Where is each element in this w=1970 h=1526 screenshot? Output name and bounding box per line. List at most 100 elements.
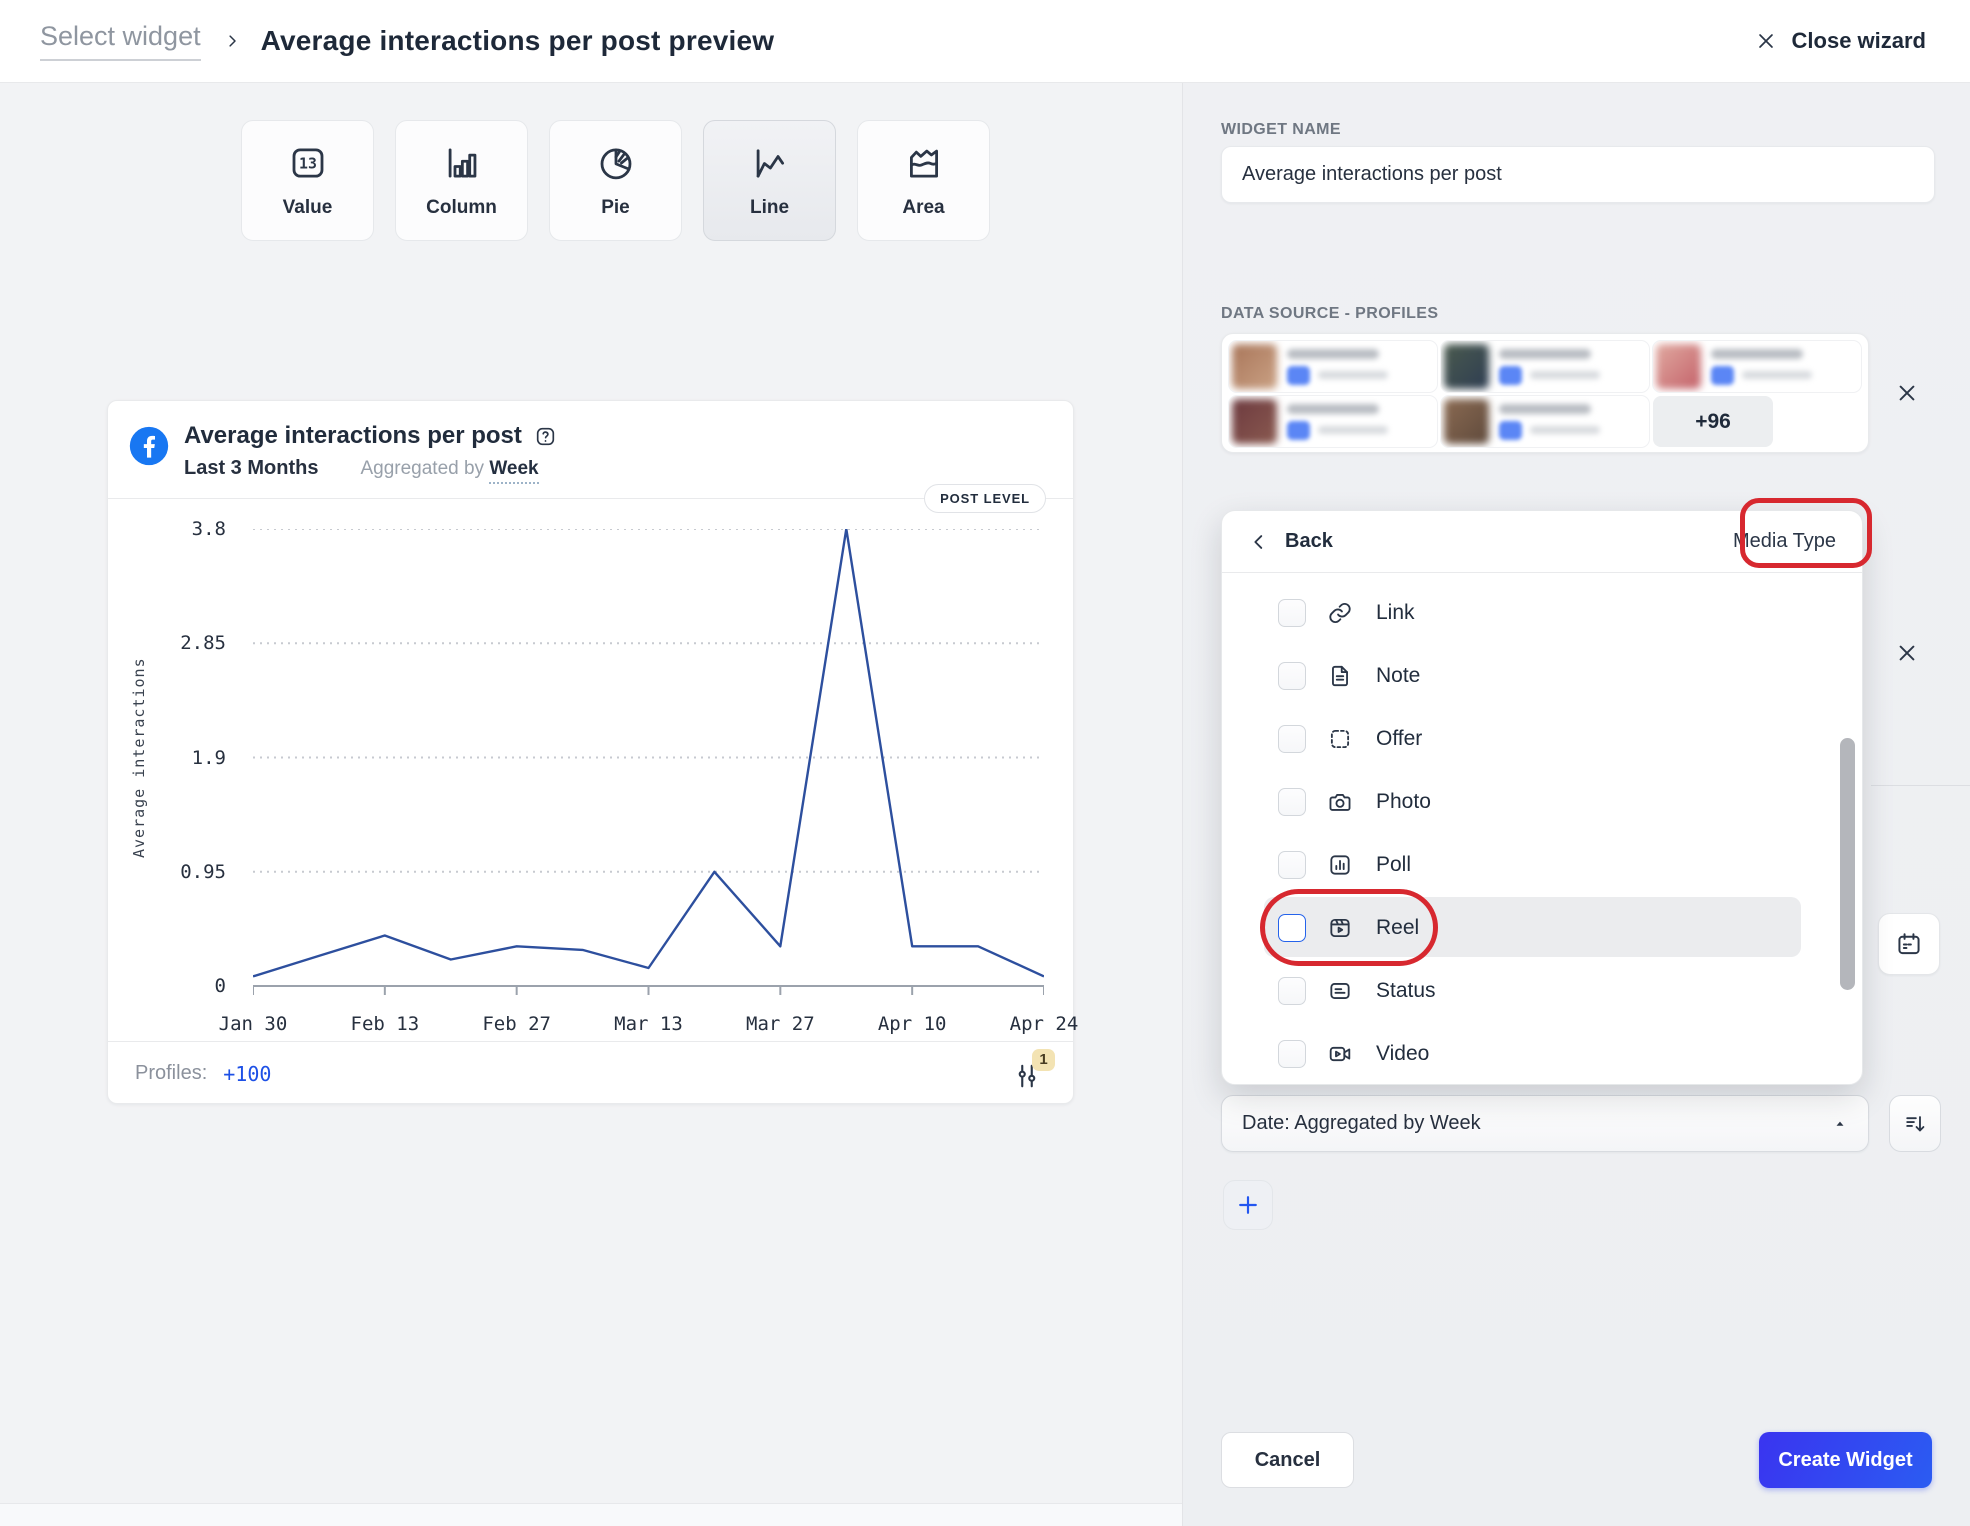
status-icon: [1327, 978, 1353, 1004]
page-title: Average interactions per post preview: [261, 25, 775, 57]
filter-count-badge: 1: [1032, 1049, 1055, 1071]
chart-filter-button[interactable]: 1: [1012, 1057, 1046, 1091]
profiles-count-link[interactable]: +100: [223, 1062, 271, 1086]
y-axis-tick: 3.8: [192, 518, 226, 540]
reel-icon: [1327, 915, 1353, 941]
media-type-option-video[interactable]: Video: [1222, 1022, 1862, 1085]
caret-up-icon: [1832, 1116, 1848, 1132]
avatar: [1444, 399, 1489, 444]
media-type-option-status[interactable]: Status: [1222, 959, 1862, 1022]
line-chart-plot: [253, 529, 1044, 999]
facebook-badge: [1287, 366, 1310, 385]
y-axis-ticks: 00.951.92.853.8: [108, 529, 226, 986]
bottom-strip: [0, 1503, 1182, 1526]
x-axis-tick: Apr 10: [878, 1013, 947, 1035]
chevron-right-icon: [223, 32, 241, 50]
create-widget-button[interactable]: Create Widget: [1759, 1432, 1932, 1488]
profile-chip[interactable]: [1441, 396, 1649, 447]
cancel-button[interactable]: Cancel: [1221, 1432, 1354, 1488]
back-button[interactable]: Back: [1248, 530, 1333, 553]
widget-name-label: WIDGET NAME: [1221, 121, 1341, 139]
widget-type-value-button[interactable]: Value: [241, 120, 374, 241]
line-chart-canvas: [253, 529, 1044, 999]
avatar: [1232, 344, 1277, 389]
facebook-badge: [1499, 421, 1522, 440]
y-axis-tick: 1.9: [192, 747, 226, 769]
photo-icon: [1327, 789, 1353, 815]
help-icon[interactable]: [533, 424, 558, 449]
poll-icon: [1327, 852, 1353, 878]
widget-type-line-button[interactable]: Line: [703, 120, 836, 241]
close-icon: [1753, 28, 1779, 54]
panel-divider: [1182, 83, 1183, 1526]
add-filter-button[interactable]: [1223, 1180, 1273, 1230]
widget-type-selector: Value Column Pie Line Area: [241, 120, 990, 241]
avatar: [1232, 399, 1277, 444]
x-axis-tick: Mar 27: [746, 1013, 815, 1035]
checkbox[interactable]: [1278, 914, 1306, 942]
x-axis-ticks: Jan 30Feb 13Feb 27Mar 13Mar 27Apr 10Apr …: [253, 1013, 1044, 1043]
facebook-badge: [1711, 366, 1734, 385]
widget-type-area-button[interactable]: Area: [857, 120, 990, 241]
checkbox[interactable]: [1278, 725, 1306, 753]
chart-title: Average interactions per post: [184, 422, 522, 450]
widget-name-input[interactable]: [1221, 146, 1935, 203]
chart-aggregation: Aggregated by Week: [360, 458, 538, 480]
widget-settings-panel: WIDGET NAME DATA SOURCE - PROFILES: [1183, 83, 1970, 1526]
data-source-label: DATA SOURCE - PROFILES: [1221, 305, 1438, 323]
wizard-header: Select widget Average interactions per p…: [0, 0, 1970, 83]
facebook-badge: [1287, 421, 1310, 440]
media-type-label: Media Type: [1733, 530, 1836, 553]
preview-area: Value Column Pie Line Area Average inter…: [0, 83, 1182, 1526]
profile-chip[interactable]: [1229, 341, 1437, 392]
y-axis-tick: 2.85: [180, 632, 226, 654]
widget-type-column-button[interactable]: Column: [395, 120, 528, 241]
sort-button[interactable]: [1889, 1095, 1941, 1152]
more-profiles-chip[interactable]: +96: [1653, 396, 1773, 447]
checkbox[interactable]: [1278, 788, 1306, 816]
plus-icon: [1235, 1192, 1261, 1218]
widget-type-pie-button[interactable]: Pie: [549, 120, 682, 241]
breadcrumb-select-widget[interactable]: Select widget: [40, 21, 201, 61]
remove-data-source-icon[interactable]: [1893, 379, 1921, 407]
widget-preview-card: Average interactions per post Last 3 Mon…: [107, 400, 1074, 1104]
media-type-option-note[interactable]: Note: [1222, 644, 1862, 707]
area-icon: [903, 142, 945, 184]
checkbox[interactable]: [1278, 1040, 1306, 1068]
checkbox[interactable]: [1278, 599, 1306, 627]
post-level-badge: POST LEVEL: [924, 484, 1046, 513]
widget-wizard: Select widget Average interactions per p…: [0, 0, 1970, 1526]
media-type-option-link[interactable]: Link: [1222, 581, 1862, 644]
value-icon: [287, 142, 329, 184]
offer-icon: [1327, 726, 1353, 752]
y-axis-tick: 0: [215, 975, 226, 997]
media-type-option-photo[interactable]: Photo: [1222, 770, 1862, 833]
calendar-icon: [1895, 930, 1923, 958]
checkbox[interactable]: [1278, 977, 1306, 1005]
x-axis-tick: Jan 30: [219, 1013, 288, 1035]
date-range-button[interactable]: [1878, 913, 1940, 975]
x-axis-tick: Mar 13: [614, 1013, 683, 1035]
avatar: [1444, 344, 1489, 389]
profile-chip[interactable]: [1229, 396, 1437, 447]
aggregation-value[interactable]: Week: [489, 458, 538, 484]
link-icon: [1327, 600, 1353, 626]
card-footer: Profiles: +100 1: [108, 1041, 1073, 1105]
date-aggregation-select[interactable]: Date: Aggregated by Week: [1221, 1095, 1869, 1152]
checkbox[interactable]: [1278, 662, 1306, 690]
profile-chip[interactable]: [1653, 341, 1861, 392]
note-icon: [1327, 663, 1353, 689]
media-type-option-reel[interactable]: Reel: [1222, 896, 1862, 959]
date-select-value: Date: Aggregated by Week: [1242, 1112, 1481, 1135]
profile-chip[interactable]: [1441, 341, 1649, 392]
media-type-option-poll[interactable]: Poll: [1222, 833, 1862, 896]
data-source-profiles: +96: [1221, 333, 1869, 453]
media-type-option-offer[interactable]: Offer: [1222, 707, 1862, 770]
dropdown-scrollbar[interactable]: [1840, 738, 1855, 990]
remove-filter-icon[interactable]: [1893, 639, 1921, 667]
checkbox[interactable]: [1278, 851, 1306, 879]
y-axis-tick: 0.95: [180, 861, 226, 883]
close-wizard-button[interactable]: Close wizard: [1753, 28, 1926, 54]
facebook-icon: [129, 426, 169, 466]
chart-period: Last 3 Months: [184, 457, 318, 480]
